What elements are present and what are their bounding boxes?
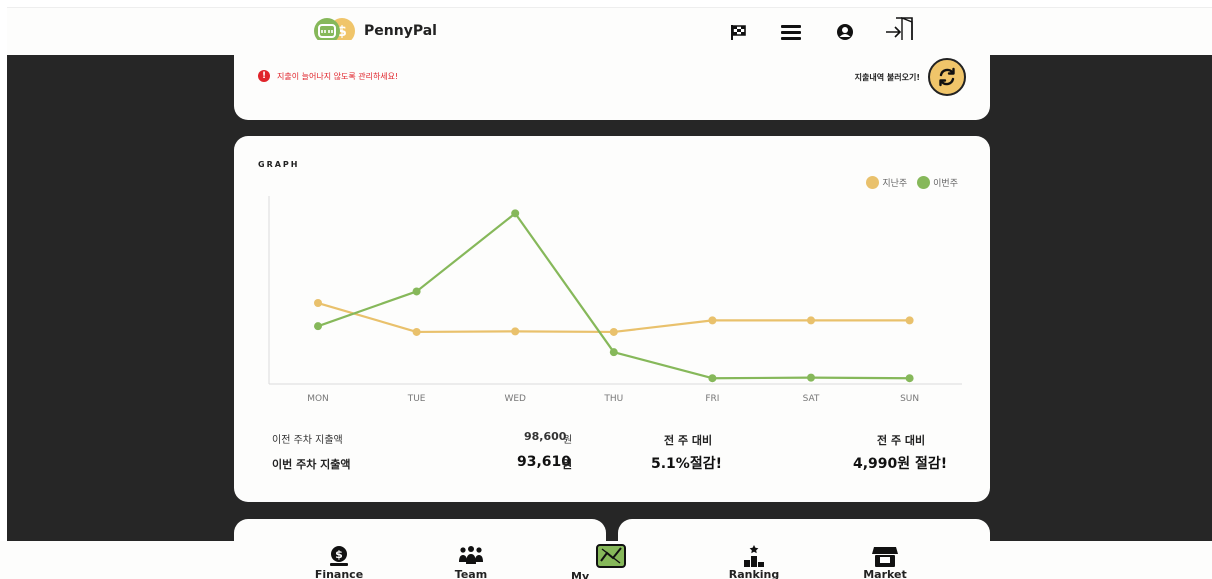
data-point-this-week <box>708 374 717 383</box>
x-tick-label: TUE <box>407 394 426 404</box>
graph-card: MON TUE WED THU FRI SAT SUN GRAPH 지난주 이번주 이전 주… <box>234 136 990 502</box>
data-point-last-week <box>609 327 618 336</box>
x-tick-label: THU <box>603 394 623 404</box>
data-point-this-week <box>905 374 914 383</box>
nav-my-spending[interactable]: My Spending <box>571 543 651 579</box>
nav-market[interactable]: Market <box>845 543 925 579</box>
curr-week-unit: 원 <box>562 458 573 471</box>
prev-week-unit: 원 <box>563 435 573 446</box>
money-bag-icon: $ <box>326 543 352 569</box>
nav-team-label: Team <box>454 568 488 579</box>
nav-finance[interactable]: $ Finance <box>299 543 379 579</box>
bottom-navbar: $ Finance Team My Ranking Market <box>0 541 1212 579</box>
warning-message: ! 지출이 늘어나지 않도록 관리하세요! <box>258 70 398 82</box>
data-point-this-week <box>807 373 815 382</box>
summary-card: ! 지출이 늘어나지 않도록 관리하세요! 지출내역 불러오기! <box>234 40 990 120</box>
x-tick-label: FRI <box>705 394 719 404</box>
nav-team[interactable]: Team <box>431 543 511 579</box>
legend-label-last-week: 지난주 <box>882 179 908 189</box>
x-tick-label: WED <box>504 394 526 404</box>
data-point-this-week <box>314 322 322 331</box>
brand-name: PennyPal <box>364 23 437 39</box>
curr-week-label: 이번 주차 지출액 <box>272 458 351 471</box>
compare-amount-value: 4,990원 절감! <box>853 456 948 472</box>
graph-title: GRAPH <box>258 160 300 169</box>
legend-label-this-week: 이번주 <box>933 179 958 189</box>
data-point-last-week <box>807 316 815 325</box>
legend-swatch-last-week <box>866 176 880 189</box>
compare-amount-title: 전 주 대비 <box>877 434 926 447</box>
spending-icon <box>595 543 627 571</box>
team-icon <box>458 543 484 569</box>
nav-ranking[interactable]: Ranking <box>714 543 794 579</box>
data-point-this-week <box>609 348 618 357</box>
data-point-last-week <box>314 299 322 308</box>
nav-market-label: Market <box>863 568 907 579</box>
data-point-last-week <box>905 316 914 325</box>
app-screen: $ PennyPal ! 지출이 늘어나지 않도록 관리하세요! 지출내역 불러… <box>0 0 1212 579</box>
compare-percent-title: 전 주 대비 <box>664 434 713 447</box>
x-tick-label: MON <box>307 394 329 404</box>
data-point-last-week <box>412 327 421 336</box>
data-point-last-week <box>708 316 717 325</box>
prev-week-label: 이전 주차 지출액 <box>272 435 343 446</box>
ranking-icon <box>741 543 767 569</box>
legend-swatch-this-week <box>917 176 931 189</box>
alert-icon: ! <box>258 70 270 82</box>
refresh-button[interactable] <box>928 58 966 96</box>
series-line-last-week <box>317 301 910 334</box>
x-tick-label: SUN <box>900 394 919 404</box>
nav-my-spending-label: My Spending <box>571 570 590 579</box>
market-icon <box>872 543 898 569</box>
compare-percent-value: 5.1%절감! <box>651 456 722 472</box>
nav-ranking-label: Ranking <box>728 568 780 579</box>
x-tick-label: SAT <box>803 394 820 404</box>
chart-legend: 지난주 이번주 <box>866 176 958 189</box>
refresh-icon <box>939 67 955 87</box>
svg-text:$: $ <box>335 548 343 561</box>
nav-finance-label: Finance <box>314 568 364 579</box>
data-point-this-week <box>412 287 421 296</box>
warning-text: 지출이 늘어나지 않도록 관리하세요! <box>277 71 399 81</box>
load-history-label: 지출내역 불러오기! <box>854 73 920 82</box>
data-point-last-week <box>511 327 520 336</box>
prev-week-value: 98,600 <box>524 430 567 443</box>
data-point-this-week <box>511 209 520 218</box>
